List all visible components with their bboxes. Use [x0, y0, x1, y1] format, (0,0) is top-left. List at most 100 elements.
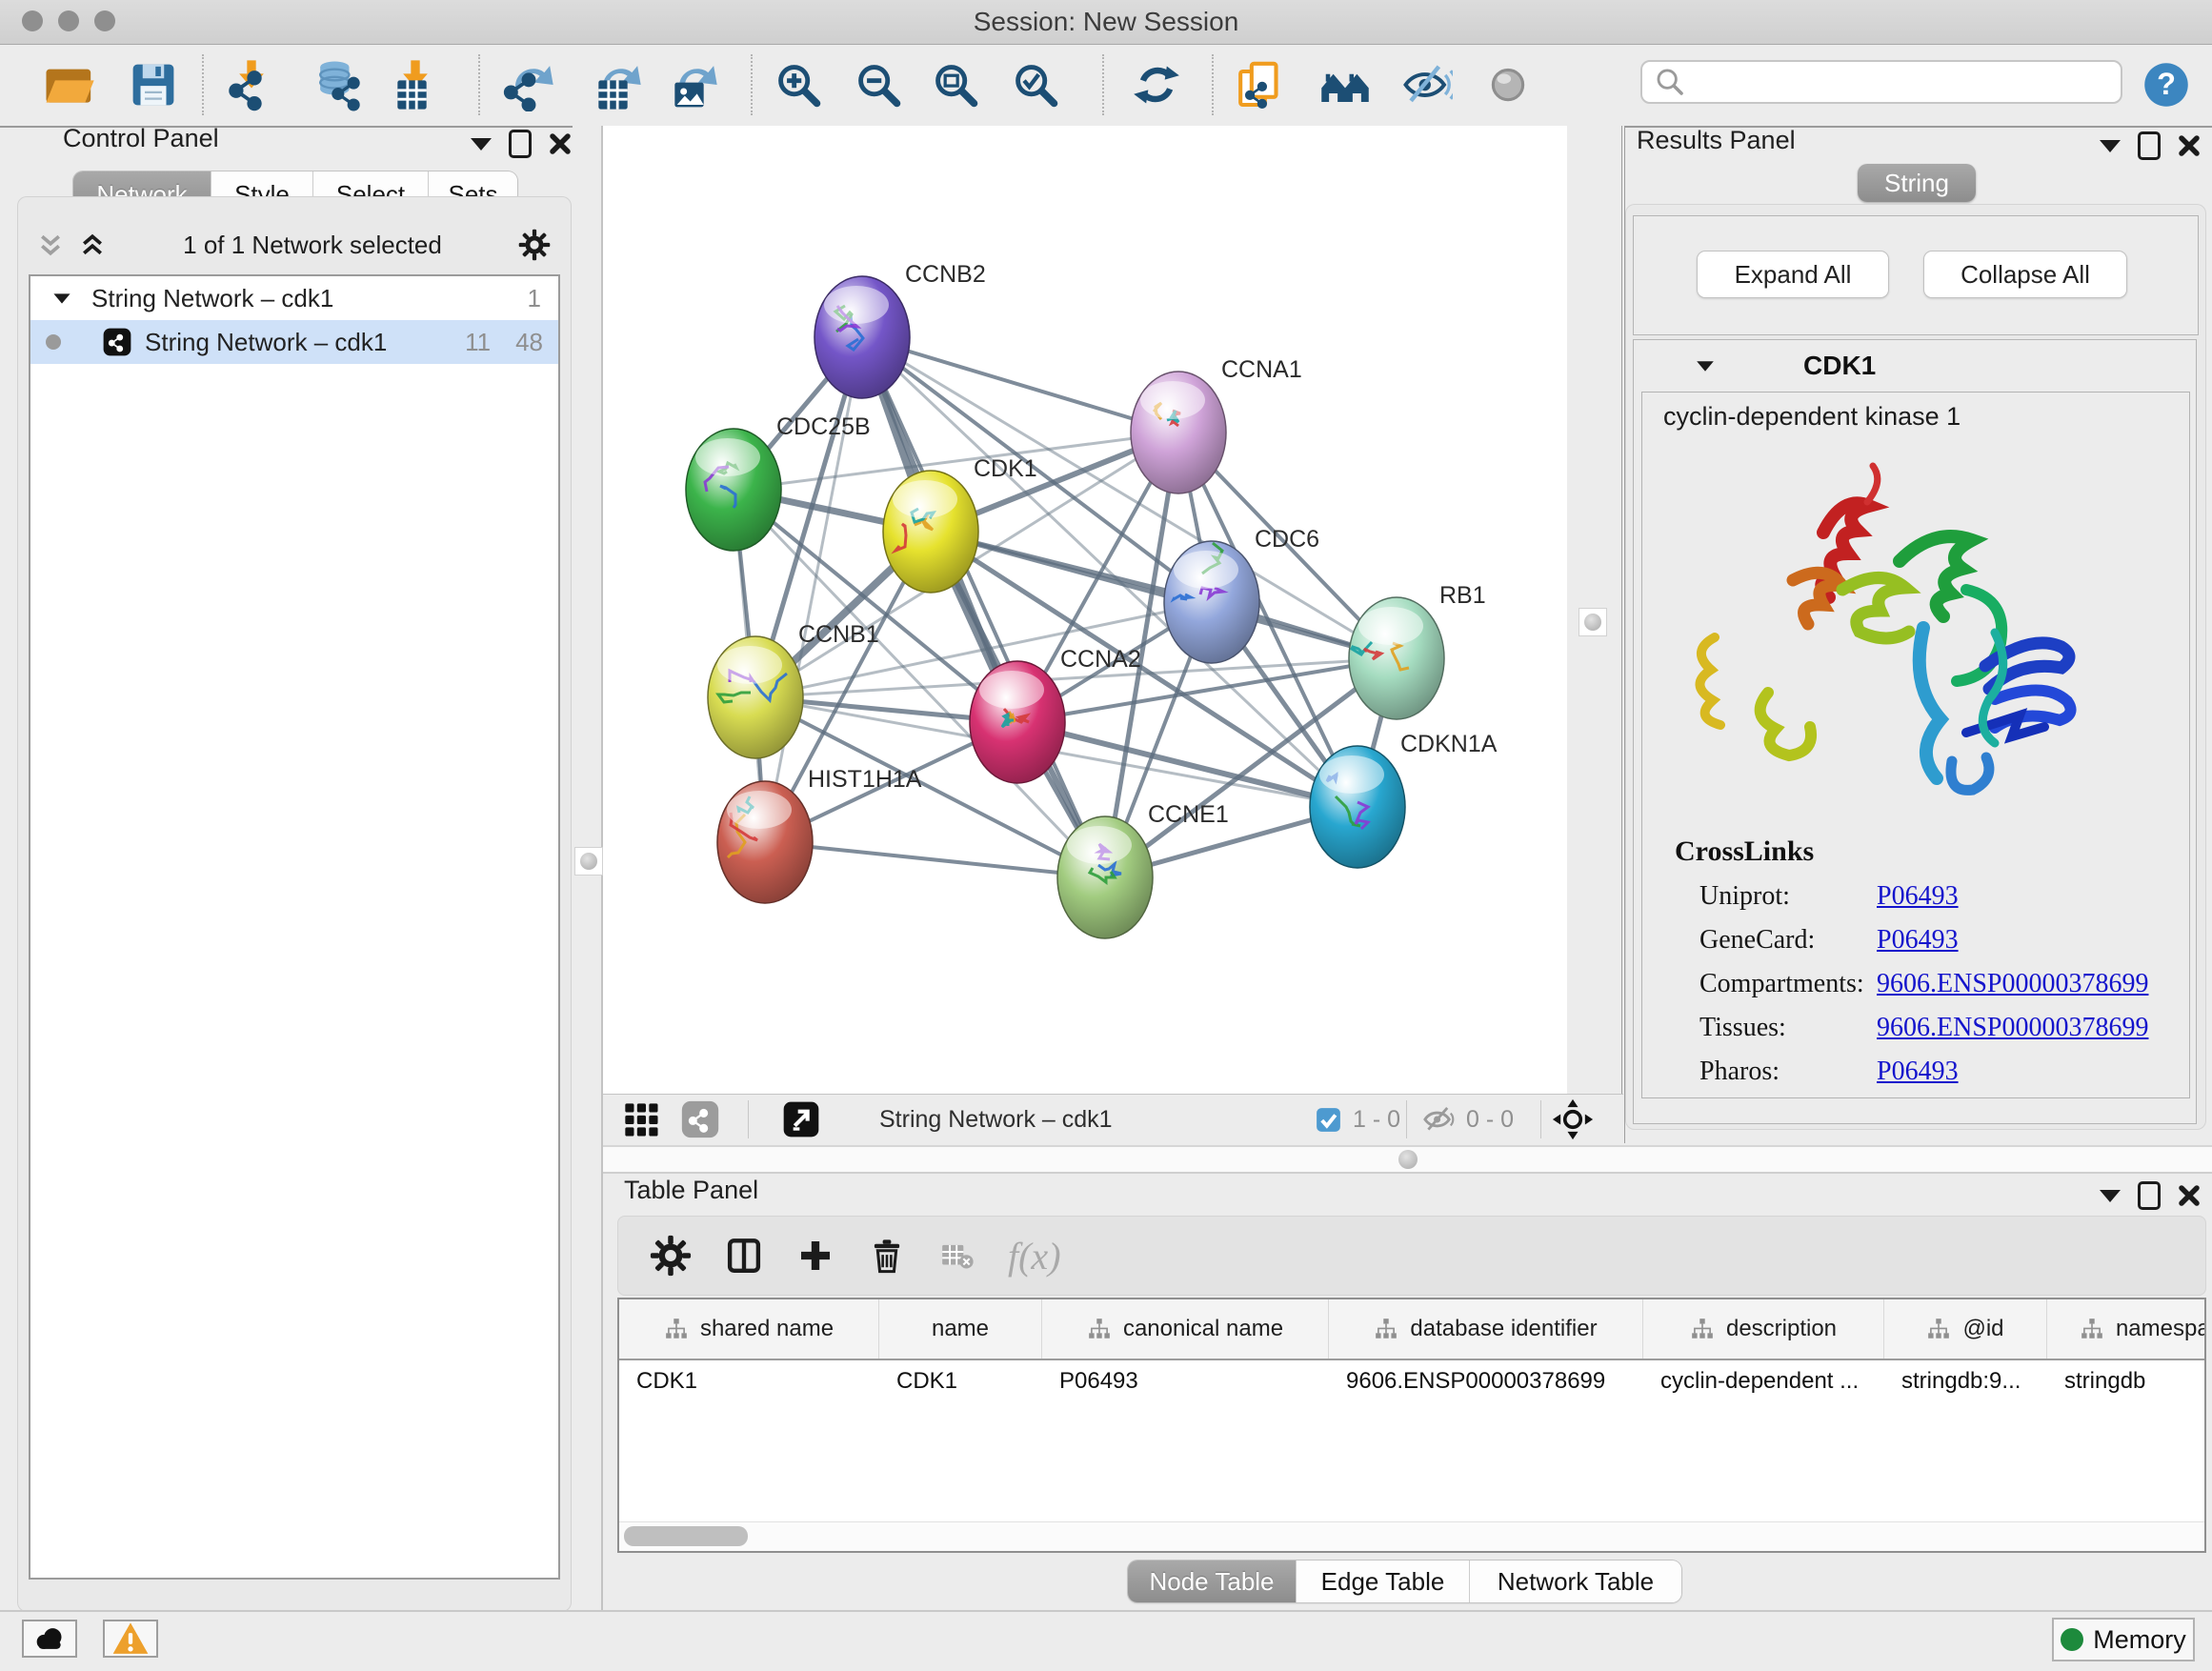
crosslink-row: Compartments: 9606.ENSP00000378699 [1675, 969, 2189, 999]
column-header[interactable]: database identifier [1329, 1299, 1643, 1359]
help-button[interactable]: ? [2140, 58, 2193, 111]
network-canvas[interactable]: CCNB2 CCNA1 CDC25B CDK1 CDC6 RB1 CCNB1 C… [603, 126, 1567, 1094]
clone-network-button[interactable] [1233, 58, 1286, 111]
delete-column-icon[interactable] [867, 1236, 907, 1276]
warnings-button[interactable] [103, 1620, 158, 1658]
column-header[interactable]: @id [1884, 1299, 2047, 1359]
network-node[interactable]: CCNB1 [708, 621, 879, 758]
node-selection-indicator[interactable]: 1 - 0 [1316, 1102, 1400, 1137]
column-header[interactable]: namespace [2047, 1299, 2206, 1359]
table-options-gear-icon[interactable] [650, 1235, 692, 1277]
tree-expander-icon[interactable] [53, 293, 70, 303]
network-node[interactable]: CDC6 [1164, 526, 1319, 663]
show-columns-icon[interactable] [724, 1236, 764, 1276]
zoom-fit-button[interactable] [929, 58, 982, 111]
maximize-panel-icon[interactable] [2138, 131, 2161, 160]
network-node[interactable]: HIST1H1A [717, 766, 922, 903]
float-panel-icon[interactable] [2100, 140, 2121, 152]
grid-view-button[interactable] [622, 1102, 660, 1137]
network-label: String Network – cdk1 [145, 328, 387, 357]
network-node[interactable]: CDK1 [883, 455, 1037, 593]
maximize-panel-icon[interactable] [509, 130, 532, 158]
add-column-icon[interactable] [796, 1237, 835, 1275]
tab-network-table[interactable]: Network Table [1470, 1560, 1681, 1602]
export-network-icon [502, 58, 555, 111]
open-session-button[interactable] [43, 58, 96, 111]
close-panel-icon[interactable] [2178, 134, 2201, 157]
network-graph[interactable]: CCNB2 CCNA1 CDC25B CDK1 CDC6 RB1 CCNB1 C… [603, 126, 1567, 1094]
export-table-button[interactable] [590, 58, 643, 111]
network-edge[interactable] [931, 532, 1397, 658]
zoom-out-button[interactable] [852, 58, 905, 111]
pharos-link[interactable]: P06493 [1877, 1057, 1959, 1087]
results-panel-buttons [2100, 131, 2204, 160]
float-panel-icon[interactable] [2100, 1190, 2121, 1202]
refresh-icon [1132, 60, 1181, 110]
network-type-icon [103, 328, 131, 356]
cloud-status-button[interactable] [22, 1620, 77, 1658]
import-network-button[interactable] [225, 58, 278, 111]
network-node[interactable]: CDKN1A [1310, 731, 1498, 868]
maximize-panel-icon[interactable] [2138, 1181, 2161, 1210]
export-image-button[interactable] [666, 58, 719, 111]
network-edge[interactable] [765, 842, 1105, 877]
network-node[interactable]: CDC25B [686, 413, 871, 551]
right-splitter[interactable] [1567, 126, 1625, 1143]
horizontal-splitter[interactable] [603, 1145, 2212, 1174]
column-header[interactable]: canonical name [1042, 1299, 1329, 1359]
memory-button[interactable]: Memory [2052, 1618, 2195, 1661]
close-panel-icon[interactable] [2178, 1184, 2201, 1207]
right-splitter-handle[interactable] [1579, 608, 1607, 636]
left-splitter-handle[interactable] [574, 847, 603, 876]
app-statusbar: Memory [0, 1610, 2212, 1671]
import-table-button[interactable] [389, 58, 442, 111]
network-options-gear-icon[interactable] [518, 229, 551, 261]
genecard-link[interactable]: P06493 [1877, 925, 1959, 956]
edge-hidden-indicator[interactable]: 0 - 0 [1422, 1102, 1514, 1137]
protein-card-header[interactable]: CDK1 [1634, 340, 2196, 392]
network-row[interactable]: String Network – cdk1 11 48 [30, 320, 558, 364]
network-view-button[interactable] [681, 1102, 719, 1137]
expand-all-button[interactable]: Expand All [1697, 251, 1889, 298]
apply-layout-button[interactable] [1130, 58, 1183, 111]
table-horizontal-scrollbar[interactable] [619, 1521, 2204, 1551]
detach-view-button[interactable] [782, 1102, 820, 1137]
close-panel-icon[interactable] [549, 132, 572, 155]
left-splitter[interactable] [573, 126, 603, 1610]
zoom-selected-button[interactable] [1009, 58, 1062, 111]
expand-all-icon[interactable] [78, 231, 107, 259]
compartments-link[interactable]: 9606.ENSP00000378699 [1877, 969, 2148, 999]
first-neighbors-button[interactable] [1318, 58, 1372, 111]
scrollbar-thumb[interactable] [624, 1526, 748, 1546]
search-input[interactable] [1686, 68, 2109, 97]
network-node[interactable]: RB1 [1349, 582, 1486, 719]
network-node[interactable]: CCNB2 [814, 261, 986, 398]
gray-sphere-icon [1484, 61, 1532, 109]
import-database-button[interactable] [312, 58, 366, 111]
network-node[interactable]: CCNE1 [1057, 801, 1229, 938]
export-network-button[interactable] [502, 58, 555, 111]
fit-content-button[interactable] [1552, 1102, 1594, 1137]
node-table[interactable]: shared name name canonical name database… [617, 1298, 2206, 1553]
hide-selected-button[interactable] [1400, 58, 1454, 111]
hierarchy-icon [1374, 1317, 1398, 1341]
tab-edge-table[interactable]: Edge Table [1297, 1560, 1470, 1602]
column-header[interactable]: shared name [619, 1299, 879, 1359]
collapse-all-icon[interactable] [36, 231, 65, 259]
tissues-link[interactable]: 9606.ENSP00000378699 [1877, 1013, 2148, 1043]
float-panel-icon[interactable] [471, 138, 492, 151]
tab-node-table[interactable]: Node Table [1128, 1560, 1297, 1602]
zoom-in-button[interactable] [772, 58, 825, 111]
checkbox-icon [1316, 1107, 1341, 1133]
horizontal-splitter-handle[interactable] [1398, 1150, 1418, 1169]
save-session-button[interactable] [127, 58, 180, 111]
column-header[interactable]: name [879, 1299, 1042, 1359]
uniprot-link[interactable]: P06493 [1877, 881, 1959, 912]
collapse-all-button[interactable]: Collapse All [1923, 251, 2127, 298]
column-header[interactable]: description [1643, 1299, 1884, 1359]
table-row[interactable]: CDK1 CDK1 P06493 9606.ENSP00000378699 cy… [619, 1360, 2204, 1402]
network-collection-row[interactable]: String Network – cdk1 1 [30, 276, 558, 320]
card-expander-icon[interactable] [1697, 361, 1714, 371]
network-edge[interactable] [862, 337, 1178, 433]
results-tab-string[interactable]: String [1858, 164, 1976, 202]
